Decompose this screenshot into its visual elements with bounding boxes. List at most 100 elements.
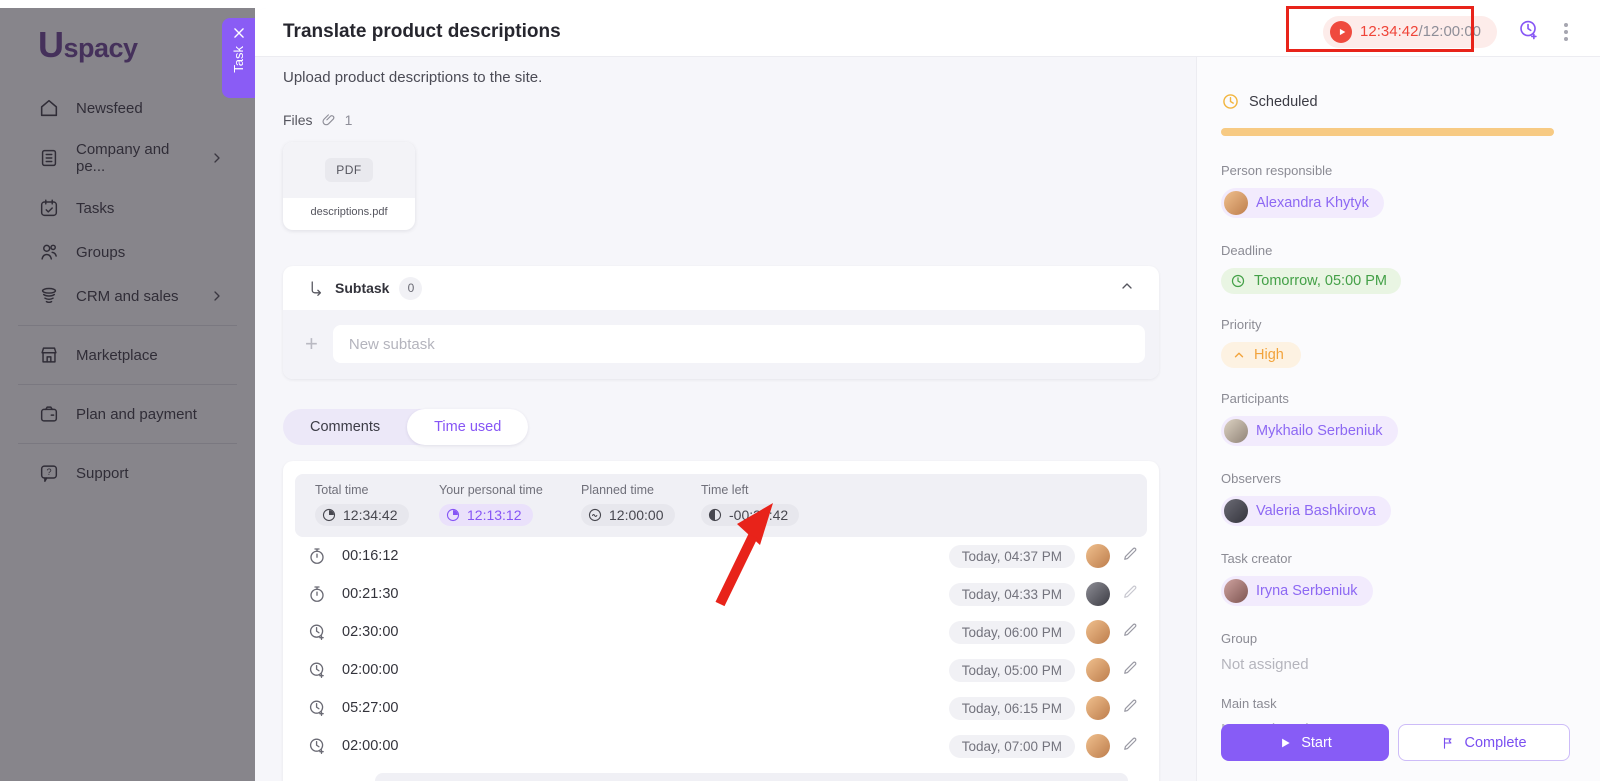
edit-pencil-icon[interactable] bbox=[1121, 583, 1139, 606]
chevron-up-icon[interactable] bbox=[1119, 278, 1135, 299]
subtask-count-badge: 0 bbox=[399, 277, 422, 300]
avatar bbox=[1224, 419, 1248, 443]
avatar bbox=[1224, 191, 1248, 215]
file-attachment-card[interactable]: PDF descriptions.pdf bbox=[283, 142, 415, 230]
entry-duration: 02:30:00 bbox=[342, 624, 398, 640]
field-priority: Priority High bbox=[1221, 317, 1570, 368]
task-details-panel: Scheduled Person responsible Alexandra K… bbox=[1196, 57, 1600, 781]
stopwatch-icon bbox=[307, 584, 327, 604]
clock-plus-icon bbox=[307, 736, 327, 756]
task-main-column: Upload product descriptions to the site.… bbox=[255, 57, 1196, 781]
flag-icon bbox=[1441, 736, 1455, 750]
time-entry-row: 02:00:00 Today, 07:00 PM bbox=[295, 727, 1147, 765]
new-subtask-input[interactable] bbox=[333, 325, 1145, 363]
field-person-responsible: Person responsible Alexandra Khytyk bbox=[1221, 163, 1570, 220]
group-value: Not assigned bbox=[1221, 656, 1570, 673]
files-label: Files bbox=[283, 112, 313, 128]
field-group: Group Not assigned bbox=[1221, 631, 1570, 673]
file-type-badge: PDF bbox=[325, 158, 373, 182]
clock-wave-icon bbox=[587, 507, 603, 523]
clock-half-icon bbox=[707, 507, 723, 523]
comments-timeused-tabs: Comments Time used bbox=[283, 409, 528, 445]
modal-header: Translate product descriptions 12:34:42/… bbox=[255, 8, 1600, 57]
clock-plus-icon bbox=[307, 698, 327, 718]
planned-time-label: Planned time bbox=[581, 483, 701, 497]
entry-timestamp: Today, 06:00 PM bbox=[949, 621, 1075, 644]
chevron-up-icon bbox=[1232, 348, 1246, 362]
entry-duration: 05:27:00 bbox=[342, 700, 398, 716]
person-pill[interactable]: Alexandra Khytyk bbox=[1221, 188, 1384, 218]
time-left-value: -00:34:42 bbox=[701, 504, 799, 526]
field-label: Task creator bbox=[1221, 551, 1570, 566]
time-summary-bar: Total time 12:34:42 Your personal time 1… bbox=[295, 474, 1147, 537]
time-entry-row: 02:00:00 Today, 05:00 PM bbox=[295, 651, 1147, 689]
timer-elapsed: 12:34:42 bbox=[1360, 23, 1418, 40]
status-badge: Scheduled bbox=[1249, 94, 1318, 110]
edit-pencil-icon[interactable] bbox=[1121, 545, 1139, 568]
edit-pencil-icon[interactable] bbox=[1121, 659, 1139, 682]
avatar bbox=[1086, 582, 1110, 606]
person-pill[interactable]: Iryna Serbeniuk bbox=[1221, 576, 1373, 606]
field-label: Priority bbox=[1221, 317, 1570, 332]
total-time-label: Total time bbox=[315, 483, 439, 497]
entry-duration: 00:16:12 bbox=[342, 548, 398, 564]
field-label: Deadline bbox=[1221, 243, 1570, 258]
clock-plus-icon[interactable] bbox=[1517, 18, 1540, 46]
task-tab[interactable]: Task bbox=[222, 18, 255, 98]
edit-pencil-icon[interactable] bbox=[1121, 735, 1139, 758]
add-subtask-icon[interactable]: + bbox=[305, 333, 318, 355]
total-time-value: 12:34:42 bbox=[315, 504, 409, 526]
complete-button[interactable]: Complete bbox=[1398, 724, 1570, 761]
field-deadline: Deadline Tomorrow, 05:00 PM bbox=[1221, 243, 1570, 294]
priority-pill[interactable]: High bbox=[1221, 342, 1301, 368]
field-participants: Participants Mykhailo Serbeniuk bbox=[1221, 391, 1570, 448]
modal-backdrop[interactable] bbox=[0, 8, 255, 781]
field-label: Person responsible bbox=[1221, 163, 1570, 178]
avatar bbox=[1086, 696, 1110, 720]
status-progress-bar bbox=[1221, 128, 1554, 136]
field-label: Observers bbox=[1221, 471, 1570, 486]
clock-pie-icon bbox=[321, 507, 337, 523]
stopwatch-icon bbox=[307, 546, 327, 566]
sidebar: Uspacy Newsfeed Company and pe... Tasks … bbox=[0, 8, 255, 781]
personal-time-label: Your personal time bbox=[439, 483, 581, 497]
field-label: Participants bbox=[1221, 391, 1570, 406]
paperclip-icon bbox=[321, 112, 337, 128]
tab-time-used[interactable]: Time used bbox=[407, 409, 528, 445]
avatar bbox=[1086, 658, 1110, 682]
tab-comments[interactable]: Comments bbox=[283, 409, 407, 445]
edit-pencil-icon[interactable] bbox=[1121, 621, 1139, 644]
subtask-icon bbox=[307, 279, 325, 297]
play-icon[interactable] bbox=[1330, 21, 1352, 43]
field-label: Group bbox=[1221, 631, 1570, 646]
time-entry-row: 05:27:00 Today, 06:15 PM bbox=[295, 689, 1147, 727]
record-time-input[interactable] bbox=[375, 773, 1128, 781]
avatar bbox=[1224, 579, 1248, 603]
kebab-menu-icon[interactable] bbox=[1560, 19, 1572, 45]
task-modal: Task Translate product descriptions 12:3… bbox=[255, 8, 1600, 781]
entry-timestamp: Today, 07:00 PM bbox=[949, 735, 1075, 758]
entry-duration: 02:00:00 bbox=[342, 662, 398, 678]
close-icon[interactable] bbox=[232, 26, 246, 40]
page-title: Translate product descriptions bbox=[283, 21, 561, 43]
time-used-panel: Total time 12:34:42 Your personal time 1… bbox=[283, 461, 1159, 781]
avatar bbox=[1224, 499, 1248, 523]
file-name: descriptions.pdf bbox=[283, 198, 415, 230]
avatar bbox=[1086, 734, 1110, 758]
entry-timestamp: Today, 06:15 PM bbox=[949, 697, 1075, 720]
subtask-section: Subtask 0 + bbox=[283, 266, 1159, 379]
subtask-title: Subtask bbox=[335, 280, 389, 296]
entry-timestamp: Today, 05:00 PM bbox=[949, 659, 1075, 682]
person-pill[interactable]: Mykhailo Serbeniuk bbox=[1221, 416, 1398, 446]
planned-time-value: 12:00:00 bbox=[581, 504, 675, 526]
timer-pill[interactable]: 12:34:42/12:00:00 bbox=[1323, 16, 1497, 48]
time-entry-row: 02:30:00 Today, 06:00 PM bbox=[295, 613, 1147, 651]
clock-icon bbox=[1221, 92, 1240, 111]
task-tab-label: Task bbox=[231, 46, 246, 73]
edit-pencil-icon[interactable] bbox=[1121, 697, 1139, 720]
deadline-pill[interactable]: Tomorrow, 05:00 PM bbox=[1221, 268, 1401, 294]
avatar bbox=[1086, 620, 1110, 644]
entry-timestamp: Today, 04:37 PM bbox=[949, 545, 1075, 568]
start-button[interactable]: Start bbox=[1221, 724, 1389, 761]
person-pill[interactable]: Valeria Bashkirova bbox=[1221, 496, 1391, 526]
